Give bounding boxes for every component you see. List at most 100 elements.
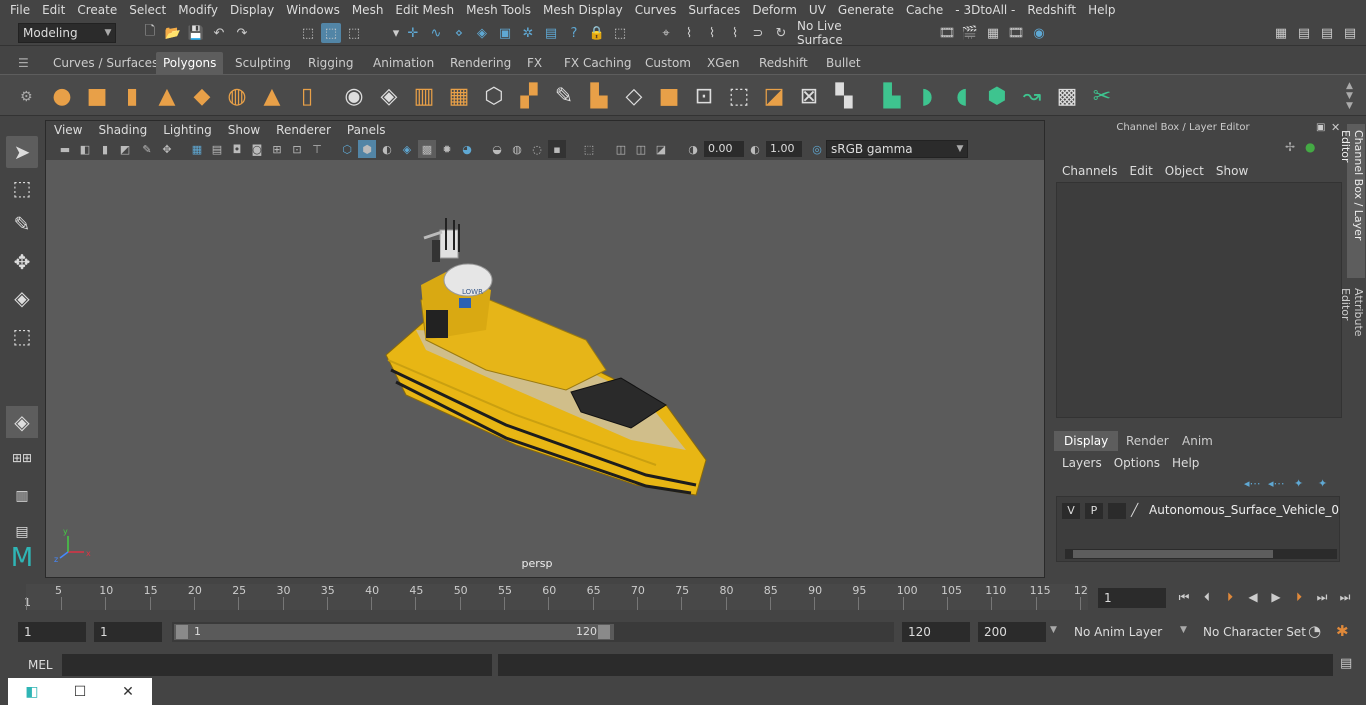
poly-cone-icon[interactable]: ▲ bbox=[153, 82, 181, 110]
layer-menu-help[interactable]: Help bbox=[1166, 456, 1205, 470]
render-current-icon[interactable]: 🎬 bbox=[960, 23, 980, 43]
cb-menu-edit[interactable]: Edit bbox=[1124, 164, 1159, 178]
tab-fx[interactable]: FX bbox=[520, 52, 549, 74]
default-material-icon[interactable]: ◈ bbox=[398, 140, 416, 158]
use-all-lights-icon[interactable]: ✹ bbox=[438, 140, 456, 158]
float-icon[interactable]: ▣ bbox=[1316, 122, 1325, 133]
isolate-icon[interactable]: ▪ bbox=[548, 140, 566, 158]
uv-spherical-icon[interactable]: ◖ bbox=[948, 82, 976, 110]
command-input[interactable] bbox=[62, 654, 492, 676]
gamma-icon[interactable]: ◐ bbox=[746, 140, 764, 158]
safe-action-icon[interactable]: ⊡ bbox=[288, 140, 306, 158]
layer-visibility-toggle[interactable]: V bbox=[1062, 503, 1080, 519]
layer-menu-options[interactable]: Options bbox=[1108, 456, 1166, 470]
character-set-label[interactable]: No Character Set bbox=[1203, 625, 1306, 639]
layer-list-scrollbar[interactable] bbox=[1065, 549, 1337, 559]
attribute-editor-toggle-icon[interactable]: ▤ bbox=[1294, 23, 1314, 43]
viewport-menu-lighting[interactable]: Lighting bbox=[155, 123, 220, 137]
hypershade-icon[interactable]: ◉ bbox=[1029, 23, 1049, 43]
shelf-settings-gear-icon[interactable]: ⚙ bbox=[20, 89, 33, 105]
insert-loop-icon[interactable]: ⬚ bbox=[725, 82, 753, 110]
move-layer-up-icon[interactable]: ◂⋯ bbox=[1244, 477, 1261, 490]
poly-sphere-icon[interactable]: ● bbox=[48, 82, 76, 110]
poly-torus-icon[interactable]: ◍ bbox=[223, 82, 251, 110]
play-backward-icon[interactable]: ◀ bbox=[1244, 588, 1262, 606]
maya-window-icon[interactable]: ◧ bbox=[8, 684, 56, 700]
shelf-menu-icon[interactable]: ☰ bbox=[18, 56, 32, 70]
live-surface-field[interactable]: No Live Surface bbox=[793, 19, 891, 47]
current-frame-field[interactable]: 1 bbox=[1098, 588, 1166, 608]
help-snap-icon[interactable]: ? bbox=[564, 23, 584, 43]
menu-surfaces[interactable]: Surfaces bbox=[682, 3, 746, 17]
menu-mesh[interactable]: Mesh bbox=[346, 3, 390, 17]
uv-checker-icon[interactable]: ▩ bbox=[1053, 82, 1081, 110]
snap-vertex-icon[interactable]: ✲ bbox=[518, 23, 538, 43]
textured-icon[interactable]: ▩ bbox=[418, 140, 436, 158]
3d-viewport[interactable]: LOWR x y z bbox=[46, 160, 1044, 577]
field-chart-icon[interactable]: ⊞ bbox=[268, 140, 286, 158]
move-tool-icon[interactable]: ✥ bbox=[6, 246, 38, 278]
tab-polygons[interactable]: Polygons bbox=[156, 52, 224, 74]
anim-layer-label[interactable]: No Anim Layer bbox=[1074, 625, 1162, 639]
axes-icon[interactable]: ✢ bbox=[1285, 140, 1295, 154]
render-view-icon[interactable]: 🎞 bbox=[937, 23, 957, 43]
menu-mesh-display[interactable]: Mesh Display bbox=[537, 3, 629, 17]
tab-display[interactable]: Display bbox=[1054, 431, 1119, 451]
menu-uv[interactable]: UV bbox=[803, 3, 832, 17]
uv-auto-icon[interactable]: ⬢ bbox=[983, 82, 1011, 110]
merge-icon[interactable]: ▚ bbox=[830, 82, 858, 110]
color-management-icon[interactable]: ◎ bbox=[808, 140, 826, 158]
uv-planar-icon[interactable]: ▙ bbox=[878, 82, 906, 110]
viewport-menu-show[interactable]: Show bbox=[220, 123, 268, 137]
single-perspective-view-icon[interactable]: ◈ bbox=[6, 406, 38, 438]
snap-view-icon[interactable]: ◈ bbox=[472, 23, 492, 43]
append-icon[interactable]: ⊡ bbox=[690, 82, 718, 110]
bookmark-icon[interactable]: ▮ bbox=[96, 140, 114, 158]
2d-pan-zoom-icon[interactable]: ✥ bbox=[158, 140, 176, 158]
shelf-scroll-arrows-icon[interactable]: ▲ ▼ ▼ bbox=[1346, 81, 1353, 111]
menu-deform[interactable]: Deform bbox=[746, 3, 803, 17]
tab-fx-caching[interactable]: FX Caching bbox=[557, 52, 638, 74]
select-tool-icon[interactable]: ➤ bbox=[6, 136, 38, 168]
cb-menu-object[interactable]: Object bbox=[1159, 164, 1210, 178]
menu-redshift[interactable]: Redshift bbox=[1021, 3, 1082, 17]
camera-attributes-icon[interactable]: ◧ bbox=[76, 140, 94, 158]
gate-mask-icon[interactable]: ◙ bbox=[248, 140, 266, 158]
ambient-occlusion-icon[interactable]: ◫ bbox=[612, 140, 630, 158]
cb-menu-show[interactable]: Show bbox=[1210, 164, 1254, 178]
move-layer-down-icon[interactable]: ◂⋯ bbox=[1268, 477, 1285, 490]
anim-preferences-icon[interactable]: ✱ bbox=[1336, 622, 1349, 640]
go-to-start-icon[interactable]: ⏮ bbox=[1175, 588, 1193, 606]
bridge-icon[interactable]: ▙ bbox=[585, 82, 613, 110]
tab-redshift[interactable]: Redshift bbox=[752, 52, 815, 74]
smooth-icon[interactable]: ▦ bbox=[445, 82, 473, 110]
script-editor-icon[interactable]: ▤ bbox=[1340, 656, 1352, 671]
step-back-key-icon[interactable]: ⏴ bbox=[1198, 588, 1216, 606]
extract-icon[interactable]: ▥ bbox=[410, 82, 438, 110]
offset-loop-icon[interactable]: ◪ bbox=[760, 82, 788, 110]
layer-display-type-toggle[interactable] bbox=[1108, 503, 1126, 519]
lasso3-icon[interactable]: ⌇ bbox=[725, 23, 745, 43]
channel-box-area[interactable] bbox=[1056, 182, 1342, 418]
tab-animation[interactable]: Animation bbox=[366, 52, 441, 74]
range-start-handle[interactable] bbox=[176, 625, 188, 639]
menu-help[interactable]: Help bbox=[1082, 3, 1121, 17]
range-slider-fill[interactable] bbox=[174, 624, 614, 640]
layer-name[interactable]: Autonomous_Surface_Vehicle_002_la bbox=[1149, 503, 1339, 517]
tab-xgen[interactable]: XGen bbox=[700, 52, 747, 74]
symmetry-icon[interactable]: ⬚ bbox=[610, 23, 630, 43]
chevron-down-icon[interactable]: ▼ bbox=[1180, 625, 1187, 635]
playback-start-field[interactable]: 1 bbox=[94, 622, 162, 642]
exposure-icon[interactable]: ◑ bbox=[684, 140, 702, 158]
render-region-icon[interactable]: ▤ bbox=[541, 23, 561, 43]
motion-blur-icon[interactable]: ◫ bbox=[632, 140, 650, 158]
lasso-tool-icon[interactable]: ⬚ bbox=[6, 172, 38, 204]
auto-key-icon[interactable]: ◔ bbox=[1308, 622, 1321, 640]
poly-pipe-icon[interactable]: ▯ bbox=[293, 82, 321, 110]
viewport-menu-panels[interactable]: Panels bbox=[339, 123, 394, 137]
open-scene-icon[interactable]: 📂 bbox=[163, 23, 183, 43]
multi-cut-icon[interactable]: ✎ bbox=[550, 82, 578, 110]
xray-components-icon[interactable]: ◌ bbox=[528, 140, 546, 158]
viewport-menu-shading[interactable]: Shading bbox=[90, 123, 155, 137]
select-component-icon[interactable]: ⬚ bbox=[344, 23, 364, 43]
